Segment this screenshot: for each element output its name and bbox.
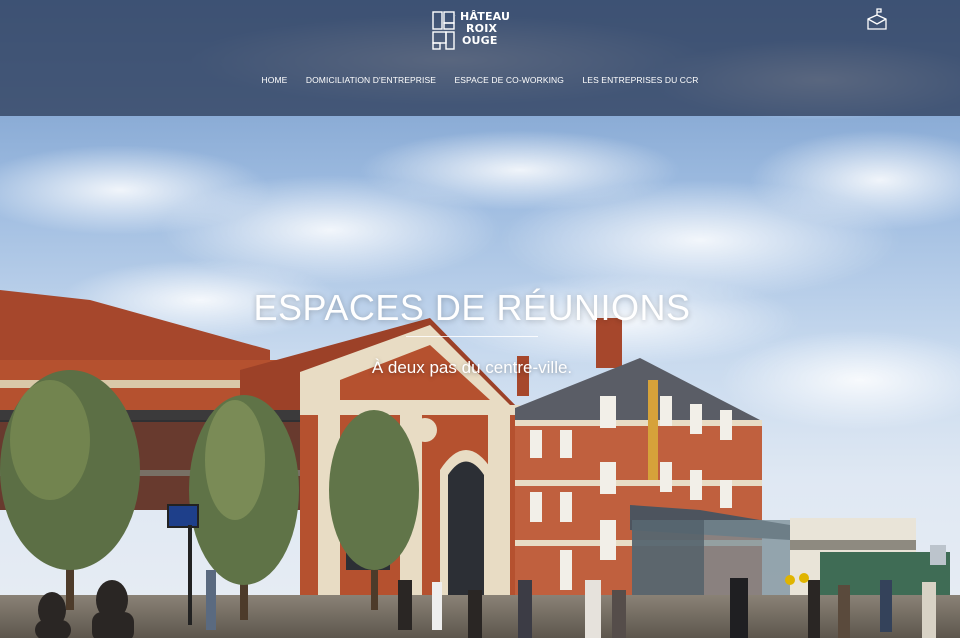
nav-item-home[interactable]: HOME <box>262 75 288 85</box>
departures-board <box>167 504 199 528</box>
nav-item-coworking[interactable]: ESPACE DE CO-WORKING <box>454 75 564 85</box>
logo-wordmark: HÂTEAU ROIX OUGE <box>460 11 510 47</box>
site-logo[interactable]: HÂTEAU ROIX OUGE <box>432 11 516 53</box>
logo-line-3: OUGE <box>462 34 498 47</box>
hero-subtitle: À deux pas du centre-ville. <box>371 358 573 377</box>
main-navigation: HOME DOMICILIATION D'ENTREPRISE ESPACE D… <box>0 70 960 88</box>
hero-divider <box>406 336 538 337</box>
mailbox-icon <box>867 8 887 30</box>
logo-mark-icon <box>432 11 456 50</box>
hero-title: ESPACES DE RÉUNIONS <box>253 287 691 328</box>
mailbox-button[interactable] <box>866 7 888 31</box>
nav-item-entreprises[interactable]: LES ENTREPRISES DU CCR <box>582 75 698 85</box>
nav-item-domiciliation[interactable]: DOMICILIATION D'ENTREPRISE <box>306 75 436 85</box>
site-header: HÂTEAU ROIX OUGE HOME DOMICILIATION D'EN… <box>0 0 960 116</box>
